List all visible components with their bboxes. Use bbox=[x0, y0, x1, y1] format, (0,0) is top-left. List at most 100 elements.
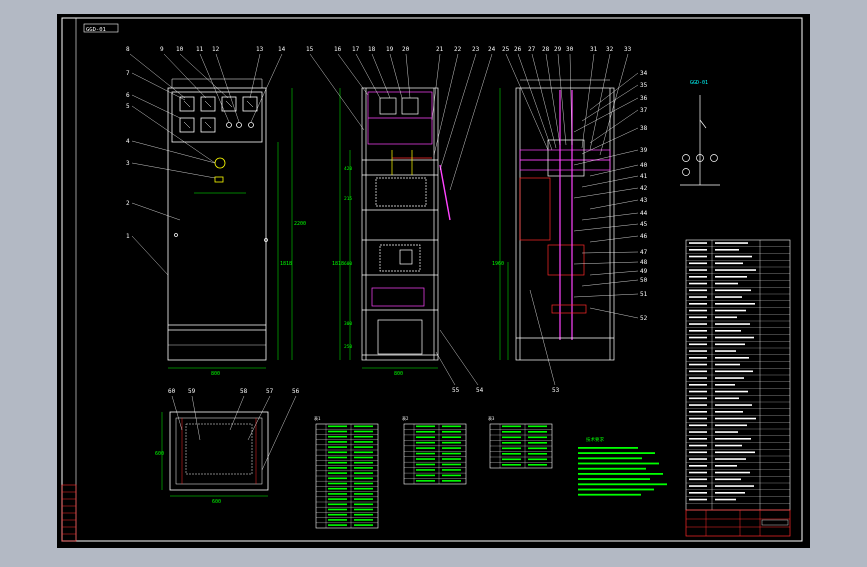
svg-text:57: 57 bbox=[266, 388, 274, 395]
cell-fill bbox=[528, 464, 547, 466]
svg-text:22: 22 bbox=[454, 46, 462, 53]
callout-47: 47 bbox=[640, 249, 648, 256]
bom-code bbox=[689, 390, 707, 393]
note-line bbox=[578, 483, 667, 486]
cell-fill bbox=[328, 487, 347, 490]
cell-fill bbox=[328, 446, 347, 448]
cell-fill bbox=[416, 436, 435, 439]
bom-desc bbox=[715, 438, 751, 440]
bill-of-materials bbox=[685, 239, 791, 511]
cell-fill bbox=[328, 498, 347, 500]
bom-desc bbox=[715, 431, 738, 433]
cell-fill bbox=[528, 431, 547, 433]
cad-viewport[interactable]: GGD-01 800 2200 1818 7 6 5 4 3 2 1 8 9 1… bbox=[0, 0, 867, 562]
svg-text:16: 16 bbox=[334, 46, 342, 53]
cell-fill bbox=[502, 453, 521, 455]
bom-code bbox=[689, 431, 707, 433]
cell-fill bbox=[354, 493, 373, 495]
note-line bbox=[578, 457, 642, 460]
svg-text:20: 20 bbox=[402, 46, 410, 53]
bom-desc bbox=[715, 242, 748, 244]
svg-text:55: 55 bbox=[452, 387, 460, 394]
svg-text:58: 58 bbox=[240, 388, 248, 395]
dim-plan-width: 600 bbox=[212, 499, 221, 505]
dim-mid-1: 420 bbox=[344, 166, 352, 172]
cell-fill bbox=[354, 477, 373, 480]
cell-fill bbox=[442, 458, 461, 460]
svg-text:13: 13 bbox=[256, 46, 264, 53]
svg-text:12: 12 bbox=[212, 46, 220, 53]
note-line bbox=[578, 467, 646, 470]
bom-code bbox=[689, 255, 707, 258]
bom-desc bbox=[715, 336, 754, 339]
cell-fill bbox=[442, 469, 461, 471]
note-line bbox=[578, 452, 655, 454]
svg-text:33: 33 bbox=[624, 46, 632, 53]
cell-fill bbox=[442, 463, 461, 466]
svg-text:技术要求: 技术要求 bbox=[586, 436, 604, 443]
bom-desc bbox=[715, 478, 741, 481]
cell-fill bbox=[328, 472, 347, 474]
bom-desc bbox=[715, 276, 747, 278]
bom-desc bbox=[715, 269, 756, 271]
bom-desc bbox=[715, 357, 749, 359]
callout-43: 43 bbox=[640, 197, 648, 204]
cell-fill bbox=[442, 452, 461, 455]
cell-fill bbox=[328, 435, 347, 438]
dim-mid-3: 600 bbox=[344, 261, 352, 267]
cell-fill bbox=[354, 472, 373, 474]
bom-code bbox=[689, 492, 707, 494]
bom-code bbox=[689, 242, 707, 244]
bom-desc bbox=[715, 370, 753, 373]
bom-desc bbox=[715, 282, 738, 285]
bom-desc bbox=[715, 249, 739, 251]
svg-text:54: 54 bbox=[476, 387, 484, 394]
bom-desc bbox=[715, 255, 752, 258]
bom-desc bbox=[715, 417, 756, 420]
cell-fill bbox=[502, 436, 521, 439]
note-line bbox=[578, 478, 650, 480]
cell-fill bbox=[416, 425, 435, 428]
note-line bbox=[578, 493, 641, 496]
cell-fill bbox=[354, 508, 373, 511]
cell-fill bbox=[328, 461, 347, 464]
cell-fill bbox=[502, 464, 521, 466]
cell-fill bbox=[328, 430, 347, 433]
svg-text:26: 26 bbox=[514, 46, 522, 53]
svg-text:8: 8 bbox=[126, 46, 130, 53]
cell-fill bbox=[328, 456, 347, 459]
cell-fill bbox=[442, 425, 461, 428]
bom-desc bbox=[715, 303, 755, 305]
bom-code bbox=[689, 424, 707, 427]
bom-desc bbox=[715, 390, 748, 393]
svg-text:56: 56 bbox=[292, 388, 300, 395]
svg-text:17: 17 bbox=[352, 46, 360, 53]
callout-51: 51 bbox=[640, 291, 648, 298]
cell-fill bbox=[528, 447, 547, 450]
bom-desc bbox=[715, 411, 743, 413]
bom-desc bbox=[715, 397, 739, 400]
cell-fill bbox=[354, 461, 373, 464]
svg-text:53: 53 bbox=[552, 387, 560, 394]
cell-fill bbox=[328, 508, 347, 511]
bom-code bbox=[689, 498, 707, 501]
cell-fill bbox=[416, 463, 435, 466]
svg-text:5: 5 bbox=[126, 103, 130, 110]
bom-desc bbox=[715, 323, 750, 325]
callout-42: 42 bbox=[640, 185, 648, 192]
bom-desc bbox=[715, 363, 740, 366]
svg-text:21: 21 bbox=[436, 46, 444, 53]
bom-desc bbox=[715, 330, 741, 332]
note-line bbox=[578, 462, 659, 465]
dim-front-height-inner: 1818 bbox=[280, 261, 292, 267]
bom-code bbox=[689, 269, 707, 271]
cell-fill bbox=[354, 446, 373, 448]
bom-desc bbox=[715, 262, 743, 265]
bom-desc bbox=[715, 492, 745, 494]
svg-text:6: 6 bbox=[126, 92, 130, 99]
note-line bbox=[578, 447, 638, 449]
svg-text:27: 27 bbox=[528, 46, 536, 53]
callout-34: 34 bbox=[640, 70, 648, 77]
bom-code bbox=[689, 309, 707, 312]
dim-mid-4: 300 bbox=[344, 321, 352, 327]
